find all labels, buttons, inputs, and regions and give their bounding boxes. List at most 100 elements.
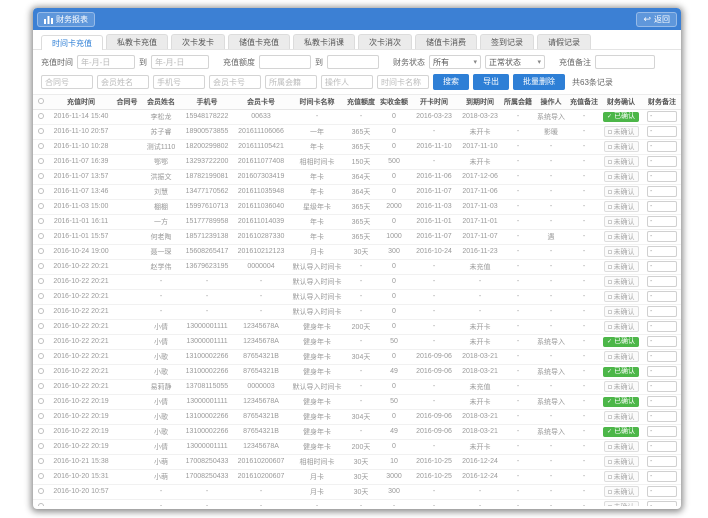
filter-input-1[interactable] <box>41 75 93 89</box>
row-checkbox[interactable] <box>38 158 44 164</box>
tab-8[interactable]: 签到记录 <box>480 34 534 49</box>
amount-max-input[interactable] <box>327 55 379 69</box>
report-title-chip[interactable]: 财务报表 <box>37 12 95 27</box>
unconfirmed-checkbox[interactable]: 未确认 <box>604 486 639 497</box>
unconfirmed-checkbox[interactable]: 未确认 <box>604 291 639 302</box>
row-checkbox[interactable] <box>38 323 44 329</box>
unconfirmed-checkbox[interactable]: 未确认 <box>604 411 639 422</box>
row-checkbox[interactable] <box>38 458 44 464</box>
row-checkbox[interactable] <box>38 338 44 344</box>
row-checkbox[interactable] <box>38 413 44 419</box>
row-checkbox[interactable] <box>38 188 44 194</box>
tab-1[interactable]: 时间卡充值 <box>41 35 103 50</box>
row-checkbox[interactable] <box>38 308 44 314</box>
unconfirmed-checkbox[interactable]: 未确认 <box>604 186 639 197</box>
finance-remark-input[interactable] <box>647 456 677 467</box>
unconfirmed-checkbox[interactable]: 未确认 <box>604 321 639 332</box>
finance-remark-input[interactable] <box>647 381 677 392</box>
row-checkbox[interactable] <box>38 353 44 359</box>
unconfirmed-checkbox[interactable]: 未确认 <box>604 261 639 272</box>
unconfirmed-checkbox[interactable]: 未确认 <box>604 471 639 482</box>
row-checkbox[interactable] <box>38 443 44 449</box>
card-status-select[interactable]: 正常状态 ▾ <box>485 55 545 69</box>
finance-remark-input[interactable] <box>647 216 677 227</box>
unconfirmed-checkbox[interactable]: 未确认 <box>604 276 639 287</box>
unconfirmed-checkbox[interactable]: 未确认 <box>604 141 639 152</box>
amount-min-input[interactable] <box>259 55 311 69</box>
finance-remark-input[interactable] <box>647 111 677 122</box>
row-checkbox[interactable] <box>38 488 44 494</box>
back-button[interactable]: ↩ 返回 <box>636 12 677 27</box>
filter-input-7[interactable] <box>377 75 429 89</box>
finance-remark-input[interactable] <box>647 186 677 197</box>
remark-input[interactable] <box>595 55 655 69</box>
finance-remark-input[interactable] <box>647 246 677 257</box>
filter-input-3[interactable] <box>153 75 205 89</box>
row-checkbox[interactable] <box>38 143 44 149</box>
row-checkbox[interactable] <box>38 203 44 209</box>
finance-remark-input[interactable] <box>647 336 677 347</box>
finance-remark-input[interactable] <box>647 261 677 272</box>
finance-remark-input[interactable] <box>647 471 677 482</box>
finance-remark-input[interactable] <box>647 441 677 452</box>
row-checkbox[interactable] <box>38 218 44 224</box>
finance-remark-input[interactable] <box>647 426 677 437</box>
filter-input-2[interactable] <box>97 75 149 89</box>
recharge-time-end-input[interactable] <box>151 55 209 69</box>
row-checkbox[interactable] <box>38 503 44 506</box>
row-checkbox[interactable] <box>38 173 44 179</box>
row-checkbox[interactable] <box>38 473 44 479</box>
tab-9[interactable]: 请假记录 <box>537 34 591 49</box>
tab-2[interactable]: 私教卡充值 <box>106 34 168 49</box>
unconfirmed-checkbox[interactable]: 未确认 <box>604 501 639 506</box>
row-checkbox[interactable] <box>38 398 44 404</box>
finance-remark-input[interactable] <box>647 201 677 212</box>
filter-input-5[interactable] <box>265 75 317 89</box>
tab-7[interactable]: 储值卡消费 <box>415 34 477 49</box>
row-checkbox[interactable] <box>38 428 44 434</box>
finance-remark-input[interactable] <box>647 486 677 497</box>
finance-remark-input[interactable] <box>647 306 677 317</box>
unconfirmed-checkbox[interactable]: 未确认 <box>604 156 639 167</box>
finance-remark-input[interactable] <box>647 126 677 137</box>
finance-remark-input[interactable] <box>647 501 677 506</box>
finance-remark-input[interactable] <box>647 291 677 302</box>
row-checkbox[interactable] <box>38 128 44 134</box>
unconfirmed-checkbox[interactable]: 未确认 <box>604 351 639 362</box>
tab-3[interactable]: 次卡发卡 <box>171 34 225 49</box>
finance-remark-input[interactable] <box>647 321 677 332</box>
row-checkbox[interactable] <box>38 113 44 119</box>
finance-remark-input[interactable] <box>647 411 677 422</box>
select-all-checkbox[interactable] <box>38 98 44 104</box>
finance-remark-input[interactable] <box>647 171 677 182</box>
search-button[interactable]: 搜索 <box>433 74 469 90</box>
unconfirmed-checkbox[interactable]: 未确认 <box>604 456 639 467</box>
finance-status-select[interactable]: 所有 ▾ <box>429 55 481 69</box>
batch-delete-button[interactable]: 批量删除 <box>513 74 565 90</box>
export-button[interactable]: 导出 <box>473 74 509 90</box>
unconfirmed-checkbox[interactable]: 未确认 <box>604 231 639 242</box>
row-checkbox[interactable] <box>38 368 44 374</box>
tab-4[interactable]: 储值卡充值 <box>228 34 290 49</box>
row-checkbox[interactable] <box>38 263 44 269</box>
row-checkbox[interactable] <box>38 248 44 254</box>
finance-remark-input[interactable] <box>647 156 677 167</box>
finance-remark-input[interactable] <box>647 231 677 242</box>
unconfirmed-checkbox[interactable]: 未确认 <box>604 246 639 257</box>
unconfirmed-checkbox[interactable]: 未确认 <box>604 201 639 212</box>
finance-remark-input[interactable] <box>647 366 677 377</box>
unconfirmed-checkbox[interactable]: 未确认 <box>604 126 639 137</box>
filter-input-6[interactable] <box>321 75 373 89</box>
finance-remark-input[interactable] <box>647 396 677 407</box>
tab-6[interactable]: 次卡消次 <box>358 34 412 49</box>
finance-remark-input[interactable] <box>647 276 677 287</box>
row-checkbox[interactable] <box>38 383 44 389</box>
filter-input-4[interactable] <box>209 75 261 89</box>
unconfirmed-checkbox[interactable]: 未确认 <box>604 216 639 227</box>
row-checkbox[interactable] <box>38 278 44 284</box>
row-checkbox[interactable] <box>38 233 44 239</box>
finance-remark-input[interactable] <box>647 351 677 362</box>
unconfirmed-checkbox[interactable]: 未确认 <box>604 381 639 392</box>
tab-5[interactable]: 私教卡消课 <box>293 34 355 49</box>
unconfirmed-checkbox[interactable]: 未确认 <box>604 171 639 182</box>
